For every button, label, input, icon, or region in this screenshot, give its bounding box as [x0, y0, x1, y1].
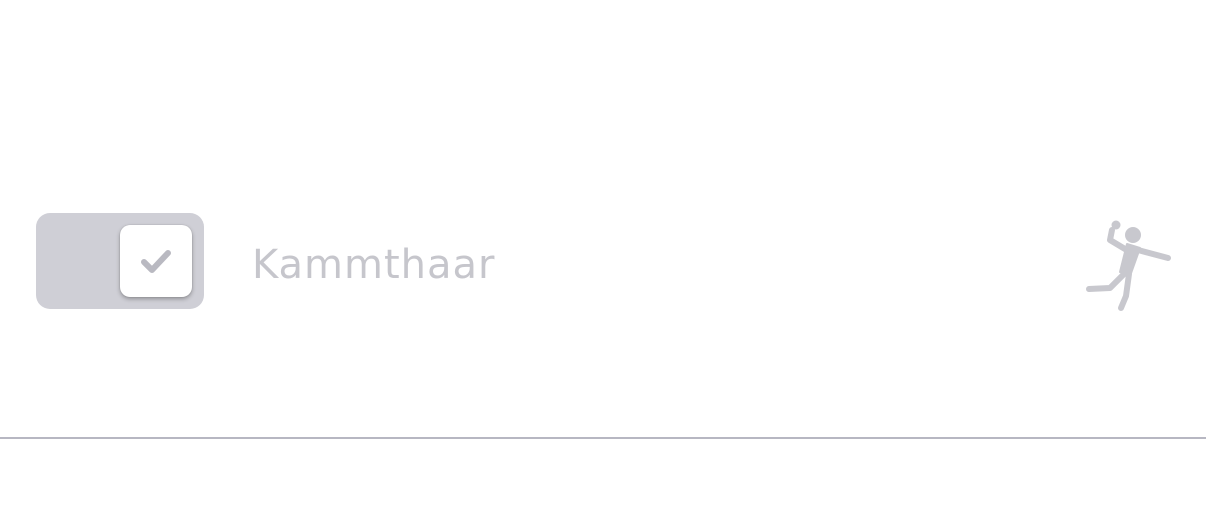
checkmark-icon	[141, 250, 171, 273]
row-label: Kammthaar	[252, 242, 496, 288]
checkbox-toggle[interactable]	[36, 213, 204, 309]
list-row[interactable]: Kammthaar	[0, 208, 1206, 314]
handball-icon	[1086, 220, 1171, 311]
row-divider	[0, 437, 1206, 439]
toggle-knob[interactable]	[120, 225, 192, 297]
